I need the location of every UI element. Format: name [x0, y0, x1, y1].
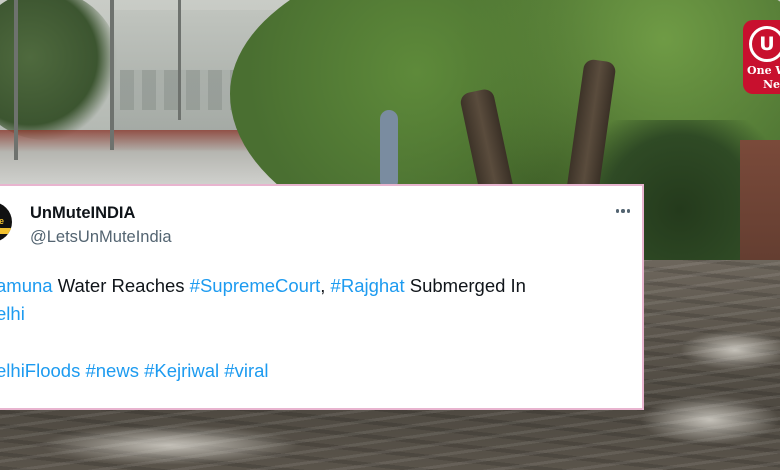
water-foam	[40, 425, 300, 465]
brand-name-line1: One W	[747, 64, 780, 77]
hashtag-link[interactable]: #Rajghat	[331, 275, 405, 296]
water-foam	[640, 395, 780, 445]
brand-mark-icon: U	[749, 26, 780, 62]
tweet-line: elhi	[0, 300, 25, 328]
hashtag-link[interactable]: #news	[85, 360, 138, 381]
author-name[interactable]: UnMuteINDIA	[30, 204, 135, 223]
lamp-post	[380, 110, 398, 190]
hashtag-link[interactable]: amuna	[0, 275, 53, 296]
tweet-text-span: Submerged In	[404, 275, 526, 296]
more-horizontal-icon	[615, 209, 620, 213]
hashtag-link[interactable]: #SupremeCourt	[190, 275, 321, 296]
street-pole	[14, 0, 18, 160]
brand-logo[interactable]: U One W Ne	[743, 20, 780, 94]
tweet-text-span: Water Reaches	[52, 275, 190, 296]
street-pole	[178, 0, 181, 120]
author-handle[interactable]: @LetsUnMuteIndia	[30, 228, 172, 247]
hashtag-link[interactable]: elhiFloods	[0, 360, 80, 381]
street-pole	[110, 0, 114, 150]
tweet-line: elhiFloods #news #Kejriwal #viral	[0, 357, 269, 385]
tweet-line: amuna Water Reaches #SupremeCourt, #Rajg…	[0, 272, 526, 300]
tweet-text-span: ,	[320, 275, 331, 296]
hashtag-link[interactable]: elhi	[0, 303, 25, 324]
more-horizontal-icon	[621, 209, 625, 213]
hashtag-link[interactable]: #viral	[224, 360, 268, 381]
more-horizontal-icon	[626, 209, 631, 213]
hashtag-link[interactable]: #Kejriwal	[144, 360, 219, 381]
tweet-card: te A UnMuteINDIA @LetsUnMuteIndia amuna …	[0, 184, 644, 410]
avatar[interactable]: te A	[0, 202, 12, 242]
water-foam	[680, 330, 780, 370]
more-options-button[interactable]	[610, 202, 636, 220]
avatar-logo-stripe	[0, 228, 12, 234]
brand-name-line2: Ne	[763, 78, 780, 91]
